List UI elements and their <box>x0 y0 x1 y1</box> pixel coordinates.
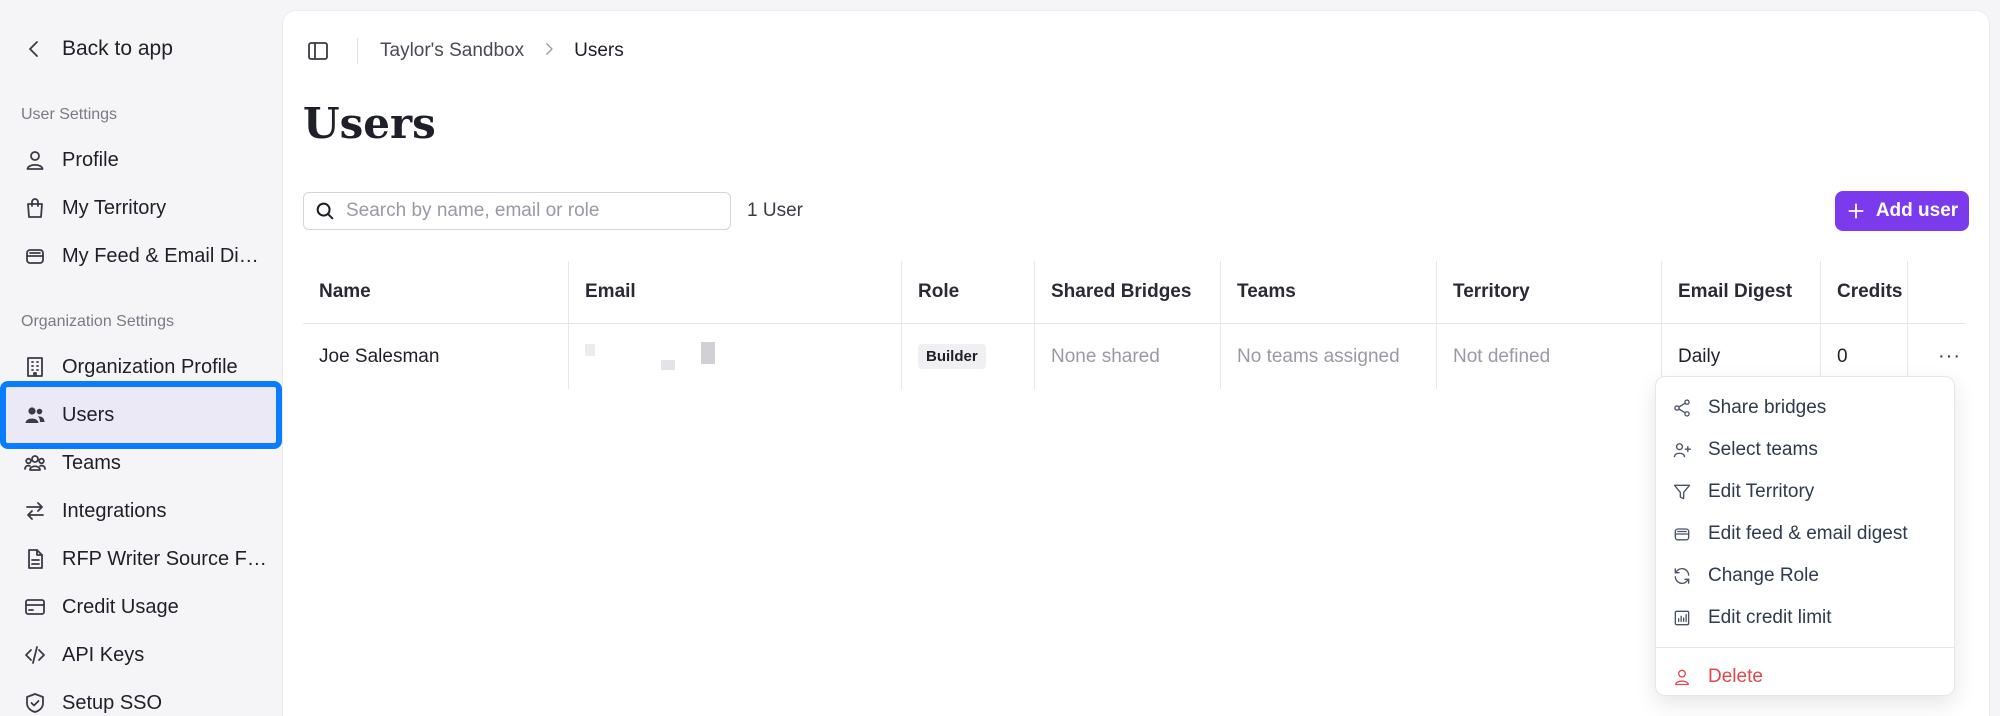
back-to-app-link[interactable]: Back to app <box>22 34 173 64</box>
sidebar-item-setup-sso[interactable]: Setup SSO <box>12 682 268 716</box>
menu-item-label: Edit credit limit <box>1708 607 1832 628</box>
users-icon <box>22 402 48 428</box>
user-role-cell: Builder <box>902 324 1035 389</box>
chevron-right-icon <box>540 40 558 63</box>
user-count: 1 User <box>747 200 803 221</box>
person-icon <box>1675 669 1689 686</box>
organization-settings-heading: Organization Settings <box>21 313 174 330</box>
sidebar-item-label: Users <box>62 403 115 426</box>
sidebar-item-label: My Territory <box>62 196 167 219</box>
add-user-label: Add user <box>1875 200 1959 221</box>
sidebar-item-label: My Feed & Email Digest <box>62 244 267 267</box>
sidebar-item-label: RFP Writer Source Files <box>62 547 267 570</box>
column-header-actions <box>1908 261 1965 323</box>
sidebar-item-label: Credit Usage <box>62 595 179 618</box>
menu-item-label: Edit feed & email digest <box>1708 523 1908 544</box>
shared-bridges-cell: None shared <box>1035 324 1221 389</box>
add-user-button[interactable]: Add user <box>1835 191 1969 231</box>
menu-item-change-role[interactable]: Change Role <box>1656 555 1954 597</box>
chart-icon <box>1674 610 1690 626</box>
user-email-cell <box>569 324 902 389</box>
sidebar-item-integrations[interactable]: Integrations <box>12 490 268 532</box>
column-header-email-digest[interactable]: Email Digest <box>1662 261 1821 323</box>
plus-icon <box>1846 201 1866 221</box>
row-actions-menu: Share bridges Select teams Edit Territor… <box>1655 376 1955 696</box>
sidebar-item-label: Setup SSO <box>62 691 163 714</box>
column-header-role[interactable]: Role <box>902 261 1035 323</box>
table-header-row: Name Email Role Shared Bridges Teams Ter… <box>303 261 1965 324</box>
team-icon <box>22 450 48 476</box>
menu-item-select-teams[interactable]: Select teams <box>1656 429 1954 471</box>
role-badge: Builder <box>918 344 986 369</box>
column-header-territory[interactable]: Territory <box>1437 261 1662 323</box>
user-plus-icon <box>1673 443 1691 458</box>
code-icon <box>22 642 48 668</box>
sidebar-item-label: Organization Profile <box>62 355 238 378</box>
sidebar-item-label: Integrations <box>62 499 167 522</box>
menu-item-edit-credit-limit[interactable]: Edit credit limit <box>1656 597 1954 639</box>
sidebar-item-rfp-writer-source-files[interactable]: RFP Writer Source Files <box>12 538 268 580</box>
settings-sidebar: Back to app User Settings Profile My Ter… <box>0 0 282 716</box>
bag-icon <box>22 195 48 221</box>
users-table: Name Email Role Shared Bridges Teams Ter… <box>303 261 1965 389</box>
main-panel: Taylor's Sandbox Users Users 1 User Add … <box>282 10 1990 716</box>
column-header-teams[interactable]: Teams <box>1221 261 1437 323</box>
inbox-icon <box>22 243 48 269</box>
sidebar-item-organization-profile[interactable]: Organization Profile <box>12 346 268 388</box>
credit-card-icon <box>22 594 48 620</box>
menu-item-share-bridges[interactable]: Share bridges <box>1656 387 1954 429</box>
top-bar: Taylor's Sandbox Users <box>303 31 624 71</box>
breadcrumb-workspace-link[interactable]: Taylor's Sandbox <box>380 40 524 62</box>
refresh-icon <box>1674 567 1690 585</box>
building-icon <box>22 354 48 380</box>
filter-icon <box>1673 484 1691 500</box>
menu-item-label: Delete <box>1708 666 1763 687</box>
menu-item-label: Share bridges <box>1708 397 1827 418</box>
person-icon <box>22 147 48 173</box>
sidebar-item-label: API Keys <box>62 643 145 666</box>
sidebar-item-credit-usage[interactable]: Credit Usage <box>12 586 268 628</box>
column-header-credits[interactable]: Credits <box>1821 261 1908 323</box>
search-box[interactable] <box>303 192 731 230</box>
menu-divider <box>1656 647 1954 648</box>
sidebar-item-label: Profile <box>62 148 119 171</box>
inbox-icon <box>1674 528 1690 541</box>
sidebar-item-label: Teams <box>62 451 121 474</box>
sidebar-item-api-keys[interactable]: API Keys <box>12 634 268 676</box>
divider <box>357 38 358 64</box>
chevron-left-icon <box>29 41 38 57</box>
user-name-cell: Joe Salesman <box>303 324 569 389</box>
sidebar-panel-icon <box>308 42 328 60</box>
menu-item-delete[interactable]: Delete <box>1656 656 1954 698</box>
sidebar-item-my-feed[interactable]: My Feed & Email Digest <box>12 235 268 277</box>
search-input[interactable] <box>346 200 730 222</box>
share-icon <box>1674 399 1690 417</box>
menu-item-edit-feed-email-digest[interactable]: Edit feed & email digest <box>1656 513 1954 555</box>
arrows-exchange-icon <box>22 498 48 524</box>
search-icon <box>316 202 334 220</box>
column-header-shared-bridges[interactable]: Shared Bridges <box>1035 261 1221 323</box>
back-to-app-label: Back to app <box>62 37 173 60</box>
menu-item-label: Change Role <box>1708 565 1819 586</box>
redacted-email <box>585 341 725 372</box>
more-options-button[interactable]: ··· <box>1924 345 1961 368</box>
teams-cell: No teams assigned <box>1221 324 1437 389</box>
sidebar-item-teams[interactable]: Teams <box>12 442 268 484</box>
page-title: Users <box>303 99 436 148</box>
column-header-name[interactable]: Name <box>303 261 569 323</box>
column-header-email[interactable]: Email <box>569 261 902 323</box>
sidebar-item-users[interactable]: Users <box>0 381 282 449</box>
file-icon <box>22 546 48 572</box>
breadcrumb-current: Users <box>574 40 624 61</box>
sidebar-item-my-territory[interactable]: My Territory <box>12 187 268 229</box>
menu-item-label: Select teams <box>1708 439 1818 460</box>
sidebar-toggle-button[interactable] <box>303 36 333 66</box>
shield-check-icon <box>22 690 48 716</box>
menu-item-edit-territory[interactable]: Edit Territory <box>1656 471 1954 513</box>
breadcrumb: Taylor's Sandbox Users <box>380 40 624 63</box>
territory-cell: Not defined <box>1437 324 1662 389</box>
sidebar-item-profile[interactable]: Profile <box>12 139 268 181</box>
user-settings-heading: User Settings <box>21 106 118 123</box>
menu-item-label: Edit Territory <box>1708 481 1815 502</box>
